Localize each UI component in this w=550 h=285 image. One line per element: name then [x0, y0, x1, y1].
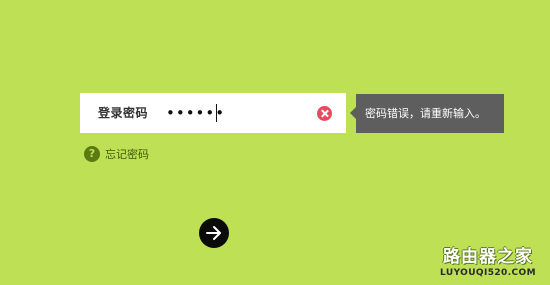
forgot-password-label: 忘记密码	[105, 148, 149, 161]
text-caret	[216, 104, 217, 122]
password-input[interactable]	[166, 102, 306, 124]
clear-icon[interactable]	[317, 106, 332, 121]
forgot-password-link[interactable]: ? 忘记密码	[84, 145, 149, 163]
login-panel: 登录密码	[80, 93, 346, 133]
error-tooltip: 密码错误，请重新输入。	[350, 94, 504, 133]
password-label: 登录密码	[98, 106, 149, 120]
site-watermark: 路由器之家 LUYOUQI520.COM	[432, 247, 544, 279]
watermark-title: 路由器之家	[443, 247, 533, 267]
error-message: 密码错误，请重新输入。	[365, 107, 486, 120]
arrow-right-icon	[206, 226, 221, 240]
watermark-url: LUYOUQI520.COM	[440, 268, 536, 278]
submit-button[interactable]	[199, 218, 229, 248]
help-icon: ?	[84, 146, 100, 162]
